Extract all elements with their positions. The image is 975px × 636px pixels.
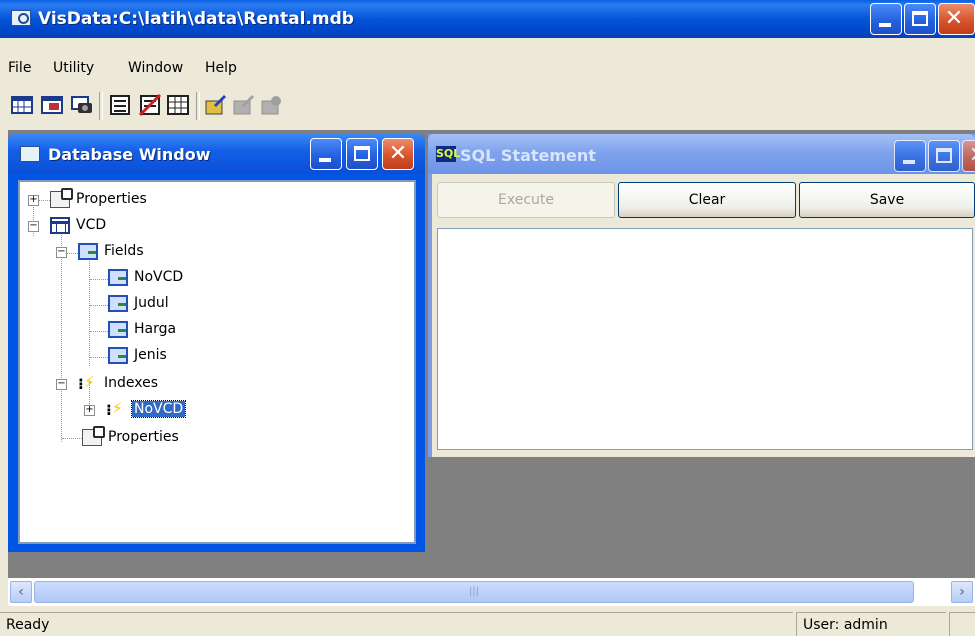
toolbar-separator [196, 92, 200, 120]
tree-connector [66, 253, 78, 254]
expand-index-novcd[interactable]: + [84, 405, 95, 416]
horizontal-scrollbar[interactable]: ‹ ||| › [8, 578, 975, 606]
database-window-title: Database Window [48, 145, 211, 164]
sql-window-body: Execute Clear Save [432, 174, 975, 457]
index-icon: ⁝ [106, 399, 126, 419]
sql-statement-window: SQL SQL Statement ✕ Execute Clear Save [428, 134, 975, 457]
sql-window-titlebar[interactable]: SQL SQL Statement ✕ [428, 134, 975, 174]
expand-properties-root[interactable]: + [28, 195, 39, 206]
collapse-vcd[interactable]: − [28, 221, 39, 232]
db-close-button[interactable]: ✕ [382, 138, 414, 170]
field-icon [108, 347, 128, 364]
minimize-icon [879, 23, 891, 27]
execute-button[interactable]: Execute [437, 182, 615, 218]
sql-window-title: SQL Statement [460, 146, 596, 165]
database-window-icon [20, 146, 40, 162]
menu-utility[interactable]: Utility [53, 60, 94, 76]
db-maximize-button[interactable] [346, 138, 378, 170]
maximize-icon [912, 11, 928, 26]
commit-icon[interactable] [232, 93, 256, 117]
no-data-control-icon[interactable] [138, 93, 162, 117]
minimize-icon [903, 160, 915, 164]
close-button[interactable]: ✕ [938, 3, 975, 35]
data-control-icon[interactable] [108, 93, 132, 117]
close-icon: ✕ [944, 6, 964, 31]
minimize-button[interactable] [870, 3, 902, 35]
menu-file[interactable]: File [8, 60, 31, 76]
tree-connector [90, 357, 108, 358]
field-icon [108, 321, 128, 338]
scroll-right-button[interactable]: › [951, 581, 973, 603]
db-minimize-button[interactable] [310, 138, 342, 170]
tree-connector [90, 305, 108, 306]
tree-connector [62, 438, 82, 439]
sql-icon: SQL [436, 146, 461, 162]
status-user: User: admin [796, 612, 946, 636]
rollback-icon[interactable] [260, 93, 284, 117]
scroll-left-button[interactable]: ‹ [10, 581, 32, 603]
grid-icon[interactable] [166, 93, 190, 117]
snapshot-type-icon[interactable] [70, 93, 94, 117]
table-icon [50, 217, 70, 234]
sql-minimize-button[interactable] [894, 140, 926, 172]
sql-maximize-button[interactable] [928, 140, 960, 172]
app-icon [11, 10, 31, 26]
sql-text-area[interactable] [437, 228, 973, 450]
index-icon: ⁝ [78, 373, 98, 393]
menu-bar: File Utility Window Help [0, 56, 975, 82]
sql-close-button[interactable]: ✕ [962, 140, 975, 172]
save-button[interactable]: Save [799, 182, 975, 218]
toolbar-separator [99, 92, 103, 120]
tree-connector [90, 279, 108, 280]
app-titlebar[interactable]: VisData:C:\latih\data\Rental.mdb ✕ [0, 0, 975, 38]
database-tree[interactable]: + Properties − VCD − Fields NoVCD Judul … [18, 180, 416, 544]
tree-connector [61, 232, 62, 442]
minimize-icon [319, 158, 331, 162]
collapse-indexes[interactable]: − [56, 379, 67, 390]
toolbar [0, 88, 975, 126]
app-title: VisData:C:\latih\data\Rental.mdb [38, 9, 354, 29]
dynaset-type-icon[interactable] [40, 93, 64, 117]
properties-icon [50, 188, 73, 208]
field-icon [108, 269, 128, 286]
menu-help[interactable]: Help [205, 60, 237, 76]
close-icon: ✕ [963, 141, 975, 171]
tree-connector [89, 256, 90, 366]
table-type-icon[interactable] [10, 93, 34, 117]
fields-icon [78, 243, 98, 260]
field-icon [108, 295, 128, 312]
status-text: Ready [0, 612, 793, 636]
clear-button[interactable]: Clear [618, 182, 796, 218]
tree-connector [90, 331, 108, 332]
status-extra-pane [949, 612, 975, 636]
menu-window[interactable]: Window [128, 60, 183, 76]
database-window-titlebar[interactable]: Database Window ✕ [8, 134, 425, 174]
begin-transaction-icon[interactable] [204, 93, 228, 117]
maximize-button[interactable] [904, 3, 936, 35]
tree-connector [38, 200, 50, 201]
scroll-thumb[interactable]: ||| [34, 581, 914, 603]
maximize-icon [354, 146, 370, 161]
status-bar: Ready User: admin [0, 610, 975, 636]
maximize-icon [936, 148, 952, 163]
close-icon: ✕ [388, 141, 408, 166]
collapse-fields[interactable]: − [56, 247, 67, 258]
database-window: Database Window ✕ + Properties − VCD − F… [8, 134, 425, 552]
properties-icon [82, 426, 105, 446]
